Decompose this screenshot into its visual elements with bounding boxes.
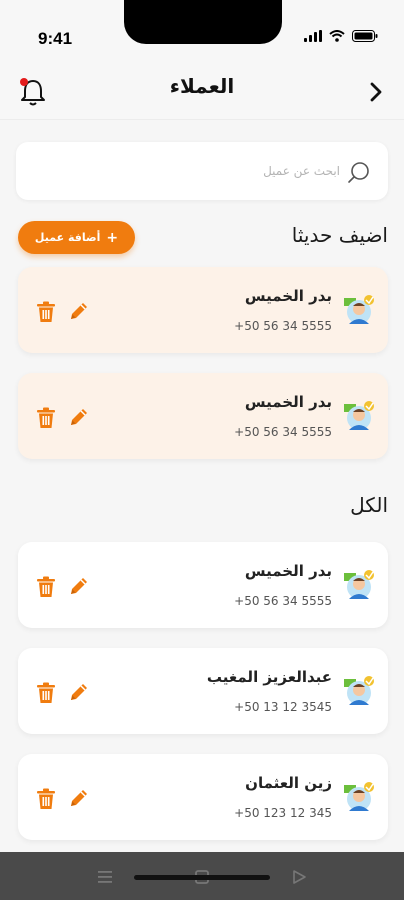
recent-section-title: اضيف حديثا — [291, 223, 388, 247]
trash-icon[interactable] — [36, 682, 56, 704]
customer-card[interactable]: بدر الخميس +50 56 34 5555 — [18, 373, 388, 459]
customer-phone: +50 123 12 345 — [234, 806, 332, 820]
customer-card[interactable]: بدر الخميس +50 56 34 5555 — [18, 267, 388, 353]
chevron-right-icon[interactable] — [366, 80, 386, 104]
customer-name: بدر الخميس — [244, 393, 332, 411]
avatar-icon — [344, 570, 374, 599]
customer-name: زين العثمان — [245, 774, 332, 792]
avatar-icon — [344, 782, 374, 811]
status-time: 9:41 — [38, 29, 73, 48]
pencil-icon[interactable] — [68, 406, 90, 428]
notch — [124, 0, 282, 44]
wifi-icon — [329, 30, 345, 42]
page-title: العملاء — [169, 74, 235, 98]
customer-card[interactable]: بدر الخميس +50 56 34 5555 — [18, 542, 388, 628]
avatar-icon — [344, 295, 374, 324]
trash-icon[interactable] — [36, 788, 56, 810]
play-icon[interactable] — [290, 868, 308, 886]
customer-phone: +50 56 34 5555 — [234, 594, 332, 608]
trash-icon[interactable] — [36, 301, 56, 323]
search-bar — [16, 142, 388, 200]
customer-name: بدر الخميس — [244, 562, 332, 580]
customer-card[interactable]: عبدالعزيز المغيب +50 13 12 3545 — [18, 648, 388, 734]
add-customer-label: أضافة عميل — [34, 231, 101, 244]
system-nav-bar — [0, 852, 404, 900]
app-header: العملاء — [0, 62, 404, 120]
pencil-icon[interactable] — [68, 300, 90, 322]
pencil-icon[interactable] — [68, 681, 90, 703]
search-icon — [348, 162, 369, 183]
trash-icon[interactable] — [36, 576, 56, 598]
customer-name: بدر الخميس — [244, 287, 332, 305]
status-icons — [304, 30, 378, 42]
menu-icon[interactable] — [96, 868, 114, 886]
customer-phone: +50 56 34 5555 — [234, 319, 332, 333]
plus-icon: + — [106, 229, 119, 246]
avatar-icon — [344, 676, 374, 705]
search-input[interactable] — [80, 158, 340, 184]
trash-icon[interactable] — [36, 407, 56, 429]
add-customer-button[interactable]: + أضافة عميل — [18, 221, 135, 254]
customer-card[interactable]: زين العثمان +50 123 12 345 — [18, 754, 388, 840]
status-bar: 9:41 — [0, 0, 404, 62]
customer-phone: +50 13 12 3545 — [234, 700, 332, 714]
pencil-icon[interactable] — [68, 575, 90, 597]
home-indicator[interactable] — [134, 875, 270, 880]
customer-name: عبدالعزيز المغيب — [206, 668, 332, 686]
avatar-icon — [344, 401, 374, 430]
customer-phone: +50 56 34 5555 — [234, 425, 332, 439]
pencil-icon[interactable] — [68, 787, 90, 809]
all-section-title: الكل — [350, 493, 388, 517]
battery-icon — [352, 30, 378, 42]
signal-icon — [304, 30, 322, 42]
